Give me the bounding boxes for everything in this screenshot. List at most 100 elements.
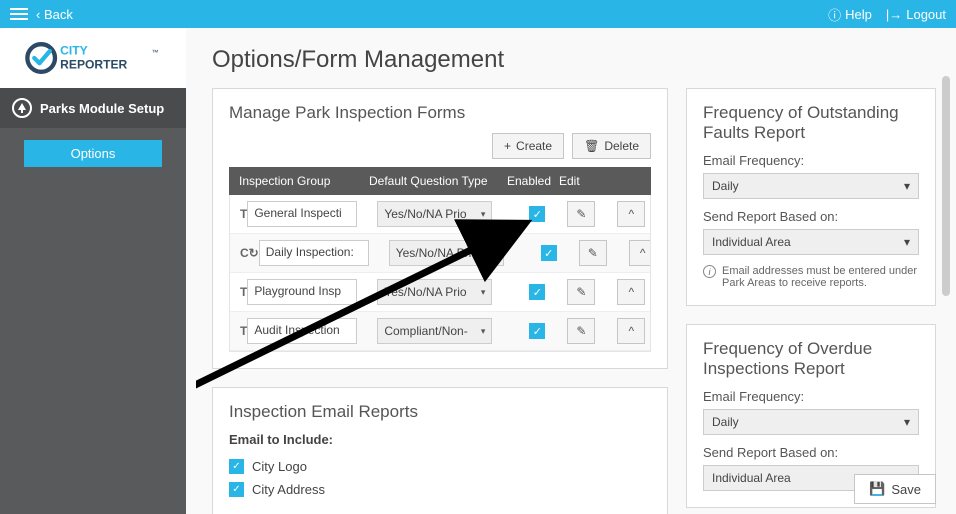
inspection-group-input[interactable]: Playground Insp [247,279,357,305]
chevron-down-icon: ▾ [481,209,486,220]
inspection-group-input[interactable]: Audit Inspection [247,318,357,344]
faults-freq-value: Daily [712,179,739,193]
move-up-button[interactable]: ^ [617,318,645,344]
hamburger-icon[interactable] [10,8,28,20]
delete-button[interactable]: 🗑 Delete [572,133,651,159]
checkbox[interactable]: ✓ [229,482,244,497]
save-label: Save [891,482,921,497]
chevron-up-icon: ^ [629,324,635,338]
faults-report-panel: Frequency of Outstanding Faults Report E… [686,88,936,306]
email-include-item[interactable]: ✓ City Address [229,478,651,501]
header-group: Inspection Group [239,174,369,188]
chevron-up-icon: ^ [640,246,646,260]
manage-forms-title: Manage Park Inspection Forms [229,103,651,123]
enabled-checkbox[interactable]: ✓ [541,245,557,261]
header-type: Default Question Type [369,174,499,188]
edit-button[interactable]: ✎ [567,279,595,305]
page-title: Options/Form Management [212,46,936,74]
edit-button[interactable]: ✎ [567,318,595,344]
email-reports-title: Inspection Email Reports [229,402,651,422]
table-body[interactable]: TGeneral InspectiYes/No/NA Prio▾✓✎^⌄C↻Da… [229,195,651,352]
question-type-select[interactable]: Yes/No/NA Prio▾ [377,201,492,227]
save-icon: 💾 [869,481,885,497]
sidebar: CITY REPORTER ™ Parks Module Setup Optio… [0,28,186,514]
enabled-checkbox[interactable]: ✓ [529,323,545,339]
pencil-icon: ✎ [588,246,598,260]
table-row[interactable]: TGeneral InspectiYes/No/NA Prio▾✓✎^⌄ [230,195,650,234]
options-button[interactable]: Options [24,140,162,167]
row-type-icon: T [240,324,247,338]
inspection-group-input[interactable]: General Inspecti [247,201,357,227]
faults-basis-select[interactable]: Individual Area ▾ [703,229,919,255]
chevron-down-icon: ▾ [481,287,486,298]
trash-icon: 🗑 [584,139,599,153]
chevron-down-icon: ▾ [492,248,497,259]
module-header[interactable]: Parks Module Setup [0,88,186,128]
overdue-basis-value: Individual Area [712,471,791,485]
row-type-icon: T [240,207,247,221]
faults-note: i Email addresses must be entered under … [703,265,919,289]
brand-line2: REPORTER [60,57,127,71]
table-row[interactable]: TAudit InspectionCompliant/Non-▾✓✎^⌄ [230,312,650,351]
logout-label: Logout [906,7,946,22]
back-label: Back [44,7,73,22]
pencil-icon: ✎ [576,207,586,221]
chevron-left-icon: ‹ [36,7,40,22]
delete-label: Delete [604,139,639,153]
chevron-down-icon: ▾ [904,415,910,429]
info-icon: i [703,265,716,278]
plus-icon: + [504,139,511,153]
brand-logo: CITY REPORTER ™ [0,28,186,88]
move-up-button[interactable]: ^ [617,201,645,227]
edit-button[interactable]: ✎ [567,201,595,227]
faults-basis-value: Individual Area [712,235,791,249]
enabled-checkbox[interactable]: ✓ [529,284,545,300]
move-up-button[interactable]: ^ [629,240,651,266]
faults-freq-label: Email Frequency: [703,153,919,168]
faults-basis-label: Send Report Based on: [703,209,919,224]
chevron-up-icon: ^ [629,207,635,221]
overdue-freq-label: Email Frequency: [703,389,919,404]
table-row[interactable]: C↻Daily Inspection:Yes/No/NA Prio▾✓✎^⌄ [230,234,650,273]
table-header: Inspection Group Default Question Type E… [229,167,651,195]
manage-forms-panel: Manage Park Inspection Forms + Create 🗑 … [212,88,668,369]
brand-line1: CITY [60,44,88,58]
logout-link[interactable]: |→ Logout [886,7,946,22]
edit-button[interactable]: ✎ [579,240,607,266]
overdue-freq-value: Daily [712,415,739,429]
table-row[interactable]: TPlayground InspYes/No/NA Prio▾✓✎^⌄ [230,273,650,312]
move-up-button[interactable]: ^ [617,279,645,305]
chevron-up-icon: ^ [629,285,635,299]
question-type-select[interactable]: Yes/No/NA Prio▾ [377,279,492,305]
faults-freq-select[interactable]: Daily ▾ [703,173,919,199]
enabled-checkbox[interactable]: ✓ [529,206,545,222]
question-type-select[interactable]: Yes/No/NA Prio▾ [389,240,504,266]
overdue-report-title: Frequency of Overdue Inspections Report [703,339,919,379]
overdue-basis-label: Send Report Based on: [703,445,919,460]
header-enabled: Enabled [499,174,559,188]
question-type-select[interactable]: Compliant/Non-▾ [377,318,492,344]
chevron-down-icon: ▾ [904,179,910,193]
chevron-down-icon: ▾ [481,326,486,337]
pencil-icon: ✎ [576,324,586,338]
save-button[interactable]: 💾 Save [854,474,936,504]
tree-icon [12,98,32,118]
email-include-item[interactable]: ✓ City Logo [229,455,651,478]
email-include-label: City Logo [252,459,307,474]
checkbox[interactable]: ✓ [229,459,244,474]
back-button[interactable]: ‹ Back [36,7,73,22]
header-edit: Edit [559,174,609,188]
create-label: Create [516,139,552,153]
faults-note-text: Email addresses must be entered under Pa… [722,265,919,289]
email-include-label: City Address [252,482,325,497]
chevron-down-icon: ▾ [904,235,910,249]
pencil-icon: ✎ [576,285,586,299]
scrollbar-thumb[interactable] [942,76,950,296]
row-type-icon: T [240,285,247,299]
overdue-freq-select[interactable]: Daily ▾ [703,409,919,435]
create-button[interactable]: + Create [492,133,564,159]
help-label: Help [845,7,872,22]
logout-icon: |→ [886,7,902,22]
inspection-group-input[interactable]: Daily Inspection: [259,240,369,266]
help-link[interactable]: ⓘ Help [828,5,872,24]
